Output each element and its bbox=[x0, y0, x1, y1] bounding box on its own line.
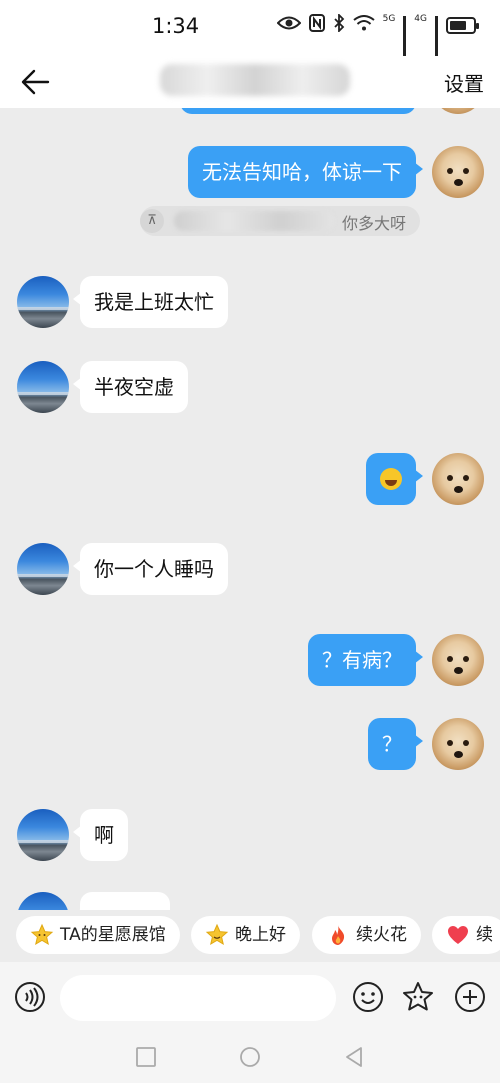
contact-avatar[interactable] bbox=[17, 892, 69, 910]
smile-icon bbox=[353, 982, 383, 1012]
star-icon bbox=[30, 923, 54, 947]
nfc-icon bbox=[308, 14, 325, 36]
chip-label: TA的星愿展馆 bbox=[60, 925, 166, 945]
message-row: ？有病？ bbox=[0, 634, 500, 686]
message-row-partial bbox=[0, 892, 500, 910]
wifi-icon bbox=[352, 15, 375, 35]
triangle-back-icon bbox=[346, 1047, 362, 1067]
chip-continue[interactable]: 续 bbox=[432, 916, 500, 954]
sticker-button[interactable] bbox=[402, 981, 434, 1013]
status-icons: 5G 4G bbox=[276, 12, 479, 60]
voice-button[interactable] bbox=[14, 981, 46, 1013]
network-5g-label: 5G bbox=[382, 14, 396, 24]
my-avatar[interactable] bbox=[432, 634, 484, 686]
signal-5g-icon bbox=[403, 16, 407, 60]
network-4g-label: 4G bbox=[414, 14, 427, 24]
message-bubble[interactable]: 无法告知哈，体谅一下 bbox=[188, 146, 423, 198]
star-face-icon bbox=[403, 982, 433, 1011]
square-icon bbox=[136, 1047, 156, 1067]
contact-avatar[interactable] bbox=[17, 276, 69, 328]
chip-good-evening[interactable]: 晚上好 bbox=[191, 916, 300, 954]
voice-icon bbox=[15, 982, 45, 1012]
message-bubble[interactable]: ？有病？ bbox=[308, 634, 423, 686]
status-time: 1:34 bbox=[152, 14, 200, 38]
chip-star-gallery[interactable]: TA的星愿展馆 bbox=[16, 916, 180, 954]
recents-button[interactable] bbox=[135, 1046, 157, 1068]
message-row: 无法告知哈，体谅一下 bbox=[0, 146, 500, 198]
message-bubble-partial[interactable] bbox=[73, 892, 170, 910]
chip-label: 续火花 bbox=[356, 925, 407, 945]
message-bubble[interactable]: 我是上班太忙 bbox=[73, 276, 228, 328]
settings-button[interactable]: 设置 bbox=[444, 68, 484, 97]
message-list[interactable]: 无法告知哈，体谅一下 ⊼ 你多大呀 我是上班太忙 半夜空虚 你一个人睡吗 ？有病… bbox=[0, 108, 500, 910]
quick-reply-chips: TA的星愿展馆 晚上好 续火花 续 bbox=[0, 910, 500, 962]
chip-label: 续 bbox=[476, 925, 493, 945]
laughing-emoji-icon bbox=[380, 467, 402, 490]
contact-avatar[interactable] bbox=[17, 361, 69, 413]
star-smile-icon bbox=[205, 923, 229, 947]
signal-4g-icon bbox=[435, 16, 438, 60]
message-row: 你一个人睡吗 bbox=[0, 543, 500, 595]
message-bubble-emoji[interactable] bbox=[366, 453, 423, 505]
circle-icon bbox=[240, 1047, 260, 1067]
back-arrow-icon bbox=[21, 69, 50, 95]
plus-icon bbox=[455, 982, 485, 1012]
status-bar: 1:34 5G 4G bbox=[0, 0, 500, 60]
message-row: 啊 bbox=[0, 809, 500, 861]
system-nav-bar bbox=[0, 1032, 500, 1083]
my-avatar[interactable] bbox=[432, 718, 484, 770]
quoted-text: 你多大呀 bbox=[341, 214, 406, 233]
battery-icon bbox=[446, 16, 479, 34]
message-bubble[interactable]: ？ bbox=[368, 718, 423, 770]
chat-header: 设置 bbox=[0, 56, 500, 108]
chip-spark[interactable]: 续火花 bbox=[312, 916, 421, 954]
home-button[interactable] bbox=[239, 1046, 261, 1068]
quoted-message[interactable]: ⊼ 你多大呀 bbox=[140, 206, 420, 236]
back-button[interactable] bbox=[18, 64, 54, 100]
bluetooth-icon bbox=[333, 12, 345, 36]
my-avatar[interactable] bbox=[432, 146, 484, 198]
quoted-sender-blurred bbox=[174, 211, 334, 231]
message-input[interactable] bbox=[60, 975, 336, 1021]
eye-icon bbox=[276, 15, 302, 35]
fire-icon bbox=[326, 923, 350, 947]
quote-up-icon: ⊼ bbox=[140, 209, 164, 233]
message-bubble[interactable]: 半夜空虚 bbox=[73, 361, 188, 413]
heart-icon bbox=[446, 923, 470, 947]
my-avatar[interactable] bbox=[432, 108, 484, 114]
message-bubble-partial[interactable] bbox=[180, 108, 416, 114]
message-row bbox=[0, 108, 500, 118]
emoji-button[interactable] bbox=[352, 981, 384, 1013]
contact-name-blurred bbox=[160, 64, 350, 96]
contact-avatar[interactable] bbox=[17, 543, 69, 595]
back-nav-button[interactable] bbox=[343, 1046, 365, 1068]
message-row: 我是上班太忙 bbox=[0, 276, 500, 328]
chip-label: 晚上好 bbox=[235, 925, 286, 945]
message-bubble[interactable]: 你一个人睡吗 bbox=[73, 543, 228, 595]
message-row: ？ bbox=[0, 718, 500, 770]
input-bar bbox=[0, 962, 500, 1032]
message-row: 半夜空虚 bbox=[0, 361, 500, 413]
my-avatar[interactable] bbox=[432, 453, 484, 505]
contact-avatar[interactable] bbox=[17, 809, 69, 861]
message-bubble[interactable]: 啊 bbox=[73, 809, 128, 861]
message-row bbox=[0, 453, 500, 505]
more-button[interactable] bbox=[454, 981, 486, 1013]
